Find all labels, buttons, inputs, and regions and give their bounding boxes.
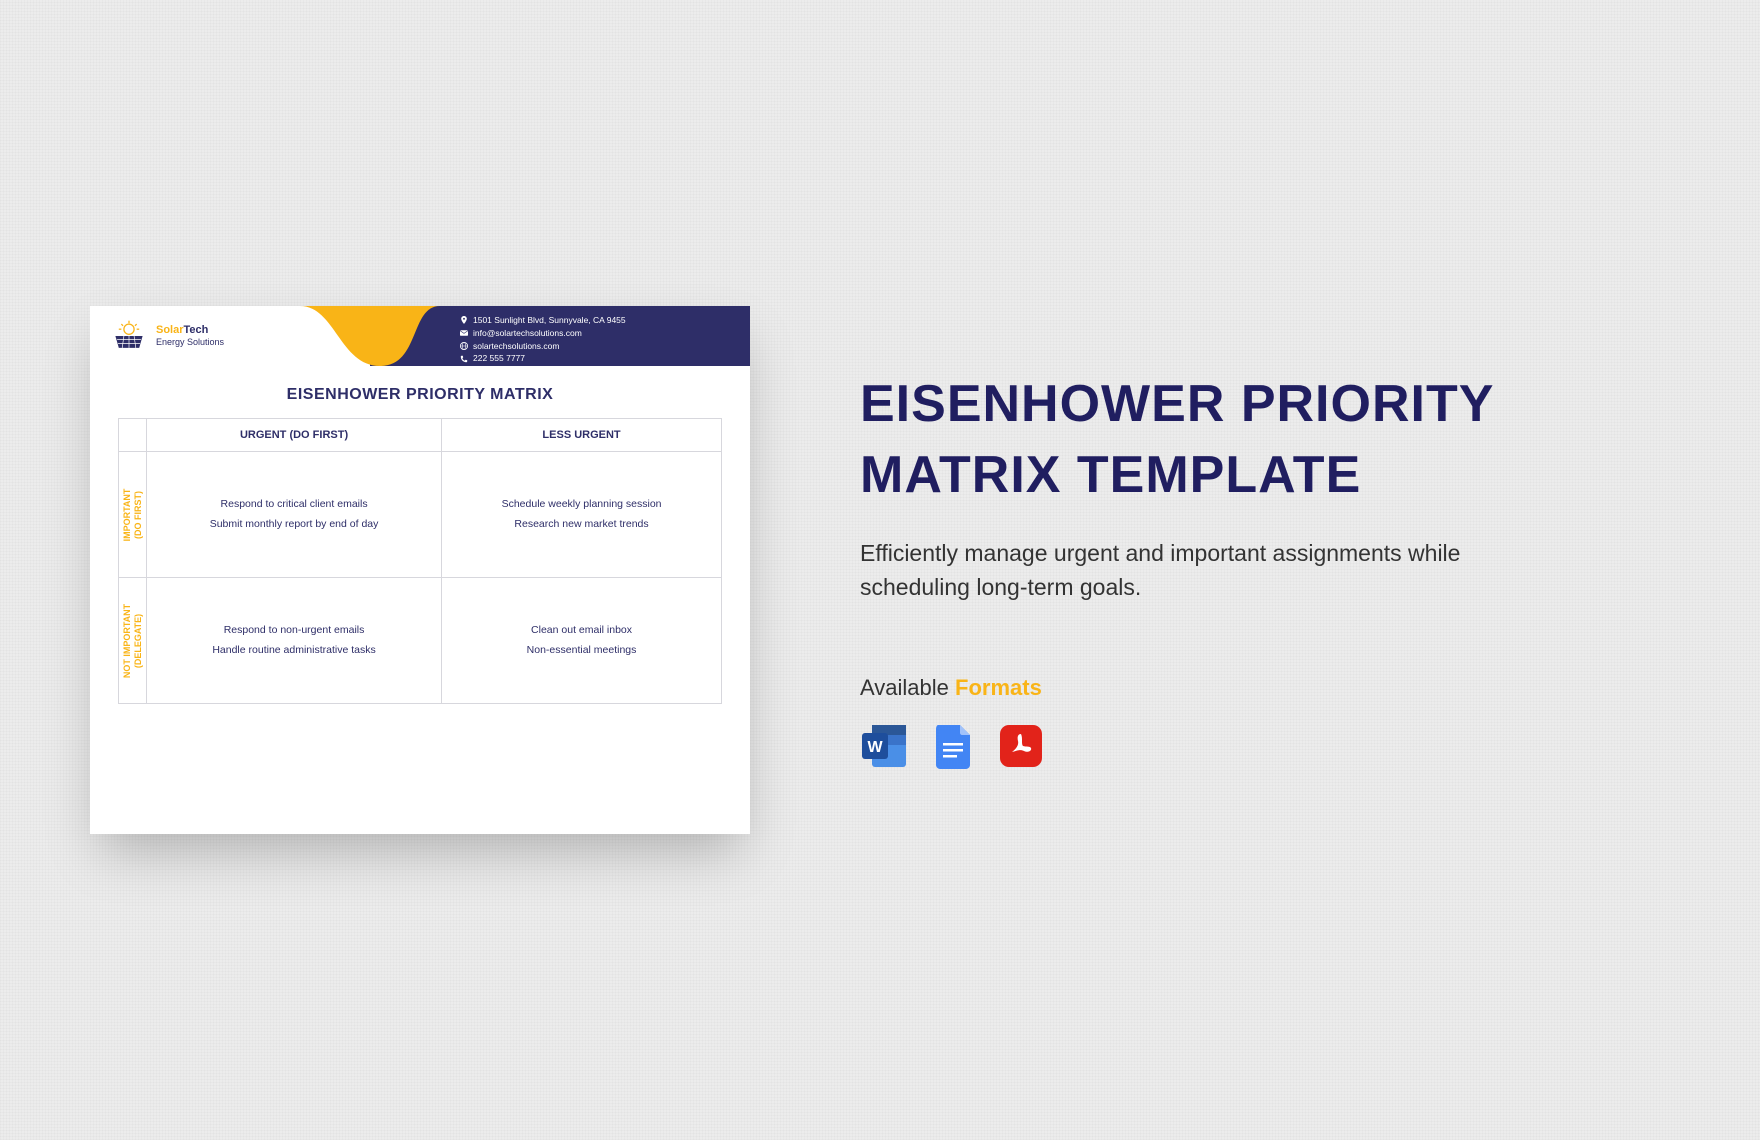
cell-important-urgent: Respond to critical client emailsSubmit …: [147, 452, 442, 578]
svg-text:W: W: [867, 739, 883, 756]
globe-icon: [460, 342, 468, 350]
matrix-title: EISENHOWER PRIORITY MATRIX: [118, 386, 722, 404]
available-text: Available: [860, 675, 949, 700]
email-icon: [460, 329, 468, 337]
page-title: EISENHOWER PRIORITY MATRIX TEMPLATE: [860, 369, 1540, 509]
formats-text: Formats: [955, 675, 1042, 700]
task-item: Clean out email inbox: [442, 621, 721, 641]
row-label: IMPORTANT(DO FIRST): [122, 488, 143, 541]
phone-icon: [460, 355, 468, 363]
task-item: Non-essential meetings: [442, 641, 721, 661]
task-item: Handle routine administrative tasks: [147, 641, 441, 661]
task-item: Research new market trends: [442, 515, 721, 535]
contact-web: solartechsolutions.com: [473, 340, 559, 353]
contact-phone: 222 555 7777: [473, 352, 525, 365]
column-header-less-urgent: LESS URGENT: [442, 419, 722, 452]
brand-part-a: Solar: [156, 324, 184, 336]
task-item: Schedule weekly planning session: [442, 495, 721, 515]
page-description: Efficiently manage urgent and important …: [860, 536, 1540, 605]
row-header-important: IMPORTANT(DO FIRST): [119, 452, 147, 578]
template-preview: SolarTech Energy Solutions 1501 Sunlight…: [90, 306, 750, 834]
table-corner: [119, 419, 147, 452]
contact-info: 1501 Sunlight Blvd, Sunnyvale, CA 9455 i…: [460, 314, 626, 365]
word-format-icon[interactable]: W: [860, 721, 910, 771]
brand-part-b: Tech: [184, 324, 209, 336]
row-label: NOT IMPORTANT(DELEGATE): [122, 603, 143, 677]
pdf-format-icon[interactable]: [996, 721, 1046, 771]
row-header-not-important: NOT IMPORTANT(DELEGATE): [119, 578, 147, 704]
available-formats-label: Available Formats: [860, 675, 1540, 701]
task-item: Submit monthly report by end of day: [147, 515, 441, 535]
info-panel: EISENHOWER PRIORITY MATRIX TEMPLATE Effi…: [860, 369, 1540, 770]
cell-important-less-urgent: Schedule weekly planning sessionResearch…: [442, 452, 722, 578]
brand-tagline: Energy Solutions: [156, 337, 224, 348]
cell-not-important-less-urgent: Clean out email inboxNon-essential meeti…: [442, 578, 722, 704]
contact-email: info@solartechsolutions.com: [473, 327, 582, 340]
cell-not-important-urgent: Respond to non-urgent emailsHandle routi…: [147, 578, 442, 704]
document-header: SolarTech Energy Solutions 1501 Sunlight…: [90, 306, 750, 366]
format-icons-row: W: [860, 721, 1540, 771]
column-header-urgent: URGENT (DO FIRST): [147, 419, 442, 452]
company-logo: SolarTech Energy Solutions: [90, 319, 224, 353]
task-item: Respond to critical client emails: [147, 495, 441, 515]
priority-matrix-table: URGENT (DO FIRST) LESS URGENT IMPORTANT(…: [118, 418, 722, 704]
task-item: Respond to non-urgent emails: [147, 621, 441, 641]
gdocs-format-icon[interactable]: [928, 721, 978, 771]
contact-address: 1501 Sunlight Blvd, Sunnyvale, CA 9455: [473, 314, 626, 327]
location-icon: [460, 316, 468, 324]
solar-panel-icon: [112, 319, 146, 353]
